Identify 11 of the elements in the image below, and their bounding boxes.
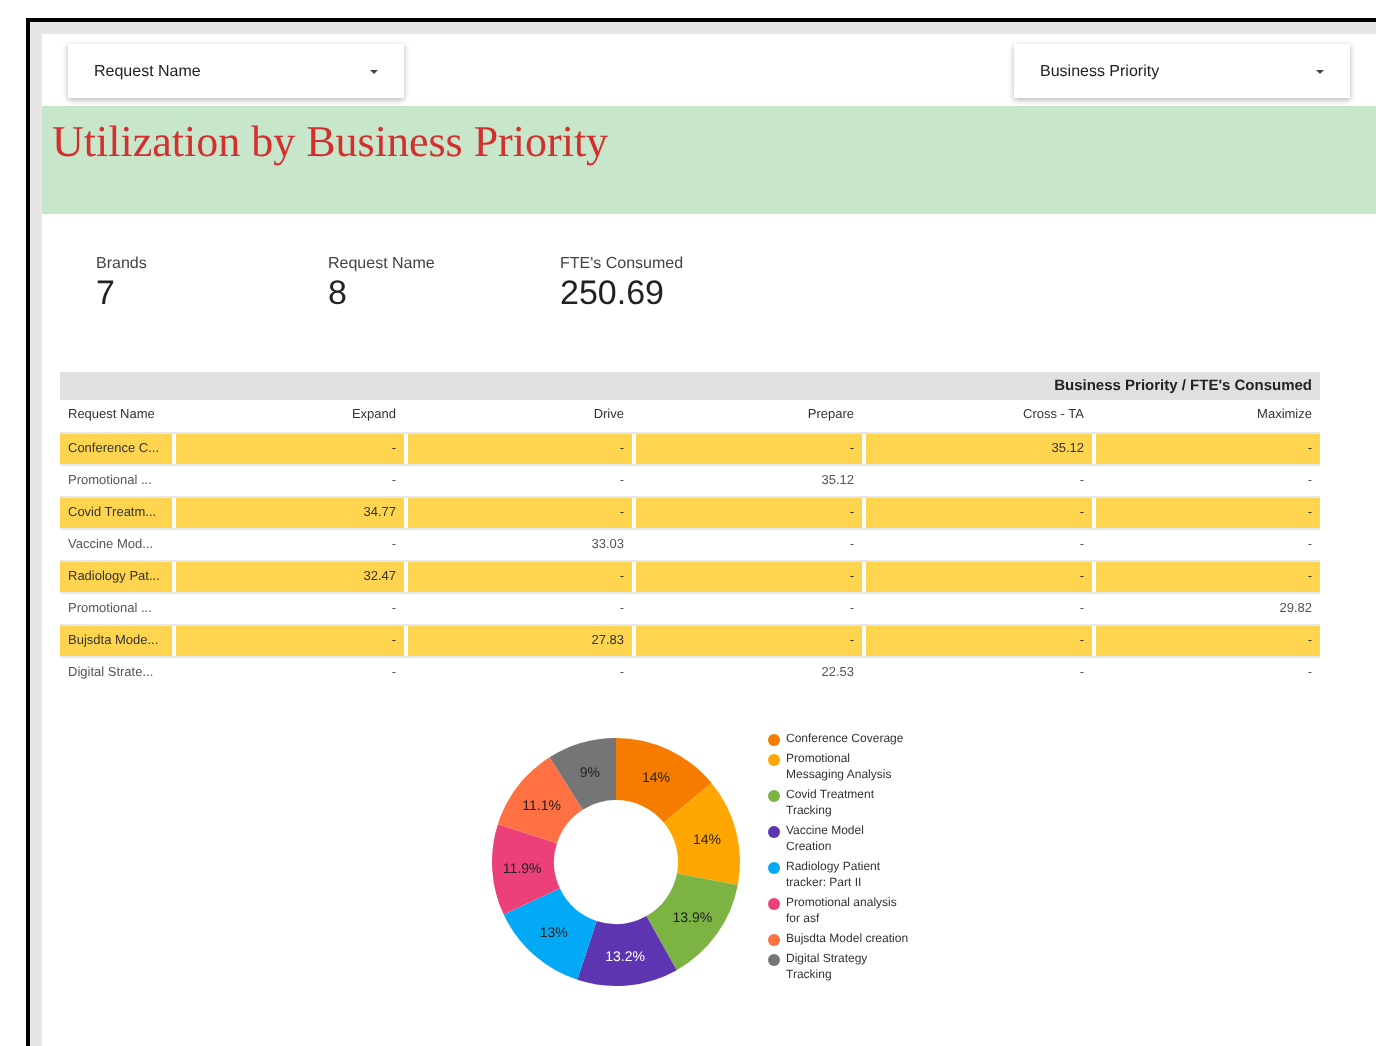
scorecard-value: 7 bbox=[96, 274, 115, 314]
scorecard-value: 250.69 bbox=[560, 274, 664, 314]
filter-dropdown[interactable]: Request Name bbox=[68, 44, 404, 98]
scorecard-label: Request Name bbox=[328, 254, 435, 274]
scorecard-label: Brands bbox=[96, 254, 147, 274]
page-title: Utilization by Business Priority bbox=[52, 114, 609, 170]
scorecard-value: 8 bbox=[328, 274, 347, 314]
caret-icon bbox=[370, 69, 378, 73]
scorecard-label: FTE's Consumed bbox=[560, 254, 684, 274]
filter-dropdown[interactable]: Business Priority bbox=[1014, 44, 1350, 98]
caret-icon bbox=[1316, 69, 1324, 73]
